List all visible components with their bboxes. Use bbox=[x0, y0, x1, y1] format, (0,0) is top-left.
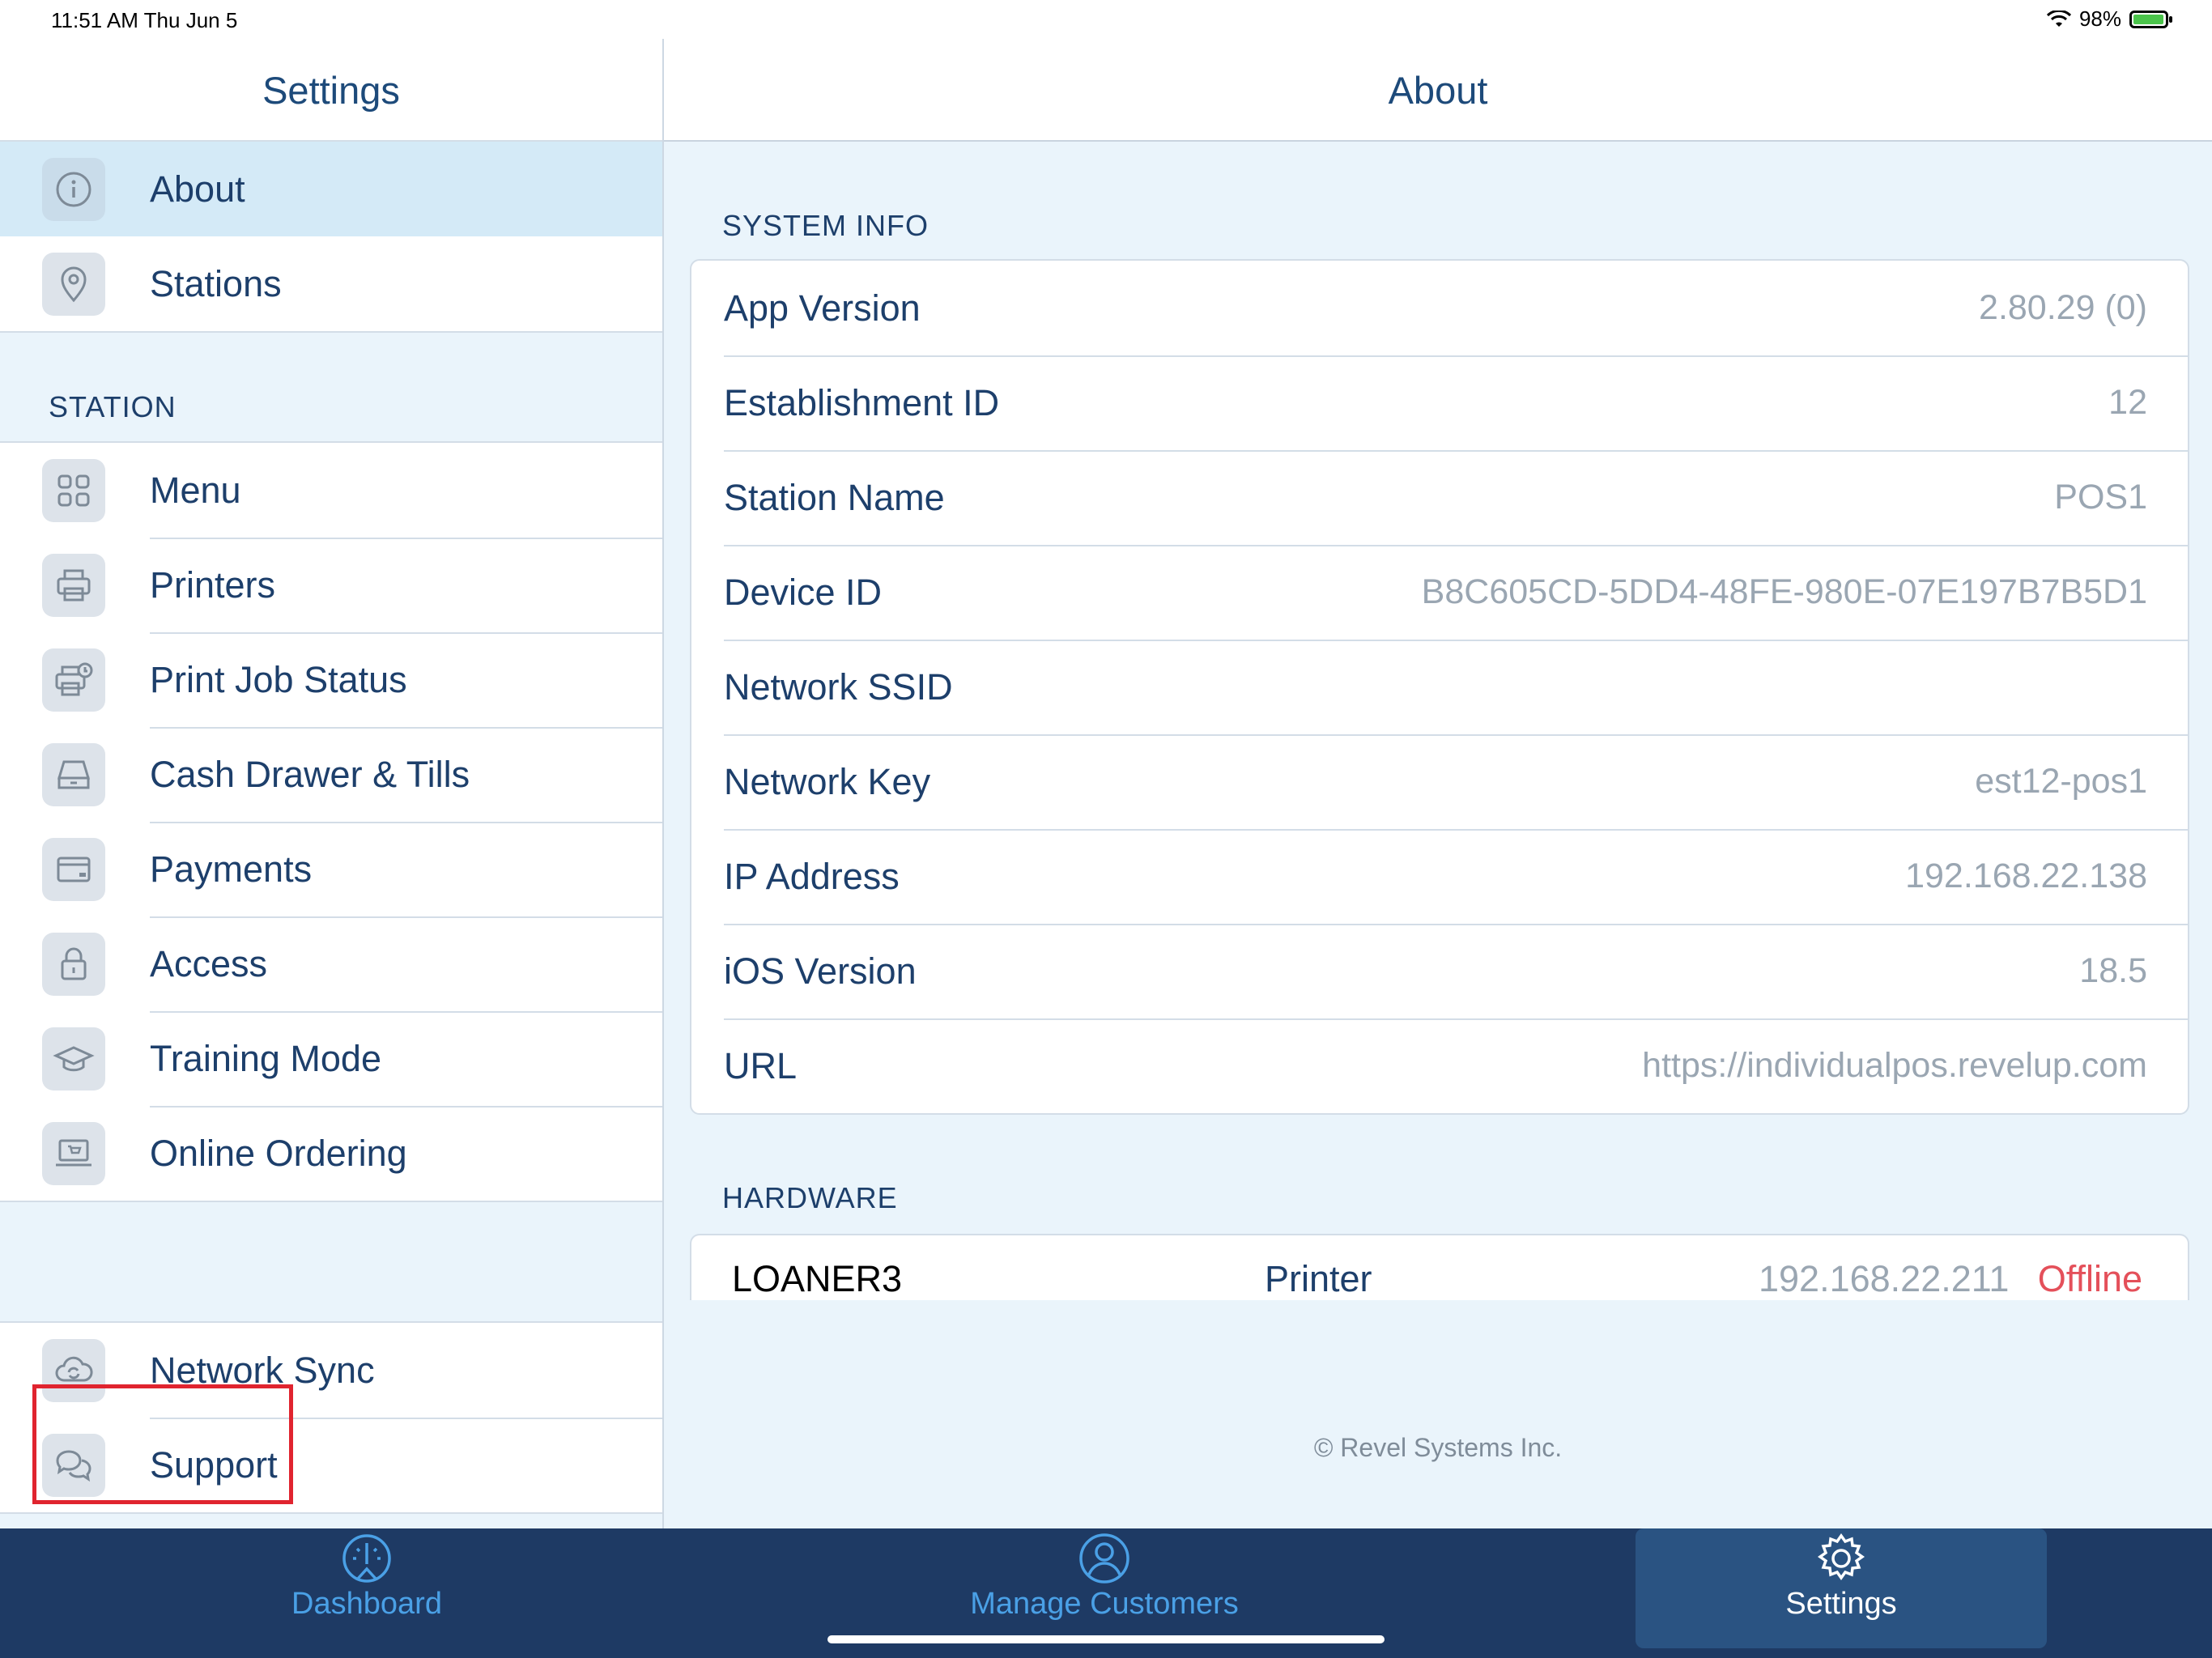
printer-icon bbox=[42, 554, 105, 617]
wifi-icon bbox=[2046, 10, 2071, 27]
battery-icon bbox=[2129, 10, 2172, 28]
tab-settings[interactable]: Settings bbox=[1636, 1528, 2047, 1648]
sidebar-title: Settings bbox=[262, 69, 400, 112]
sidebar-item-label: Printers bbox=[150, 563, 276, 606]
info-icon bbox=[42, 158, 105, 221]
info-key: Establishment ID bbox=[724, 381, 1000, 423]
info-row-device-id: Device ID B8C605CD-5DD4-48FE-980E-07E197… bbox=[691, 545, 2188, 640]
info-row-establishment-id: Establishment ID 12 bbox=[691, 355, 2188, 450]
station-section-label: STATION bbox=[49, 390, 177, 423]
person-icon bbox=[1079, 1533, 1129, 1584]
info-value: est12-pos1 bbox=[1975, 762, 2147, 801]
sidebar-top-group: About Stations bbox=[0, 140, 662, 333]
sidebar-item-label: About bbox=[150, 168, 245, 210]
sidebar-item-print-job-status[interactable]: Print Job Status bbox=[0, 632, 662, 727]
info-value: 192.168.22.138 bbox=[1905, 857, 2147, 895]
sidebar-item-stations[interactable]: Stations bbox=[0, 236, 662, 331]
grid-icon bbox=[42, 459, 105, 522]
sidebar-item-label: Training Mode bbox=[150, 1037, 381, 1079]
info-value: B8C605CD-5DD4-48FE-980E-07E197B7B5D1 bbox=[1421, 572, 2147, 611]
hardware-status-badge: Offline bbox=[2037, 1258, 2142, 1299]
sidebar-item-label: Stations bbox=[150, 262, 282, 304]
sidebar-item-training-mode[interactable]: Training Mode bbox=[0, 1011, 662, 1106]
status-bar: 11:51 AM Thu Jun 5 98% bbox=[0, 0, 2212, 39]
info-value: 18.5 bbox=[2079, 951, 2147, 990]
info-value: 12 bbox=[2108, 383, 2147, 422]
sidebar-item-label: Cash Drawer & Tills bbox=[150, 753, 470, 795]
hardware-type: Printer bbox=[1265, 1258, 1372, 1299]
tab-manage-customers[interactable]: Manage Customers bbox=[942, 1528, 1266, 1648]
gear-icon bbox=[1817, 1533, 1865, 1581]
status-indicators: 98% bbox=[2046, 6, 2172, 32]
hardware-ip: 192.168.22.211 bbox=[1759, 1258, 2010, 1299]
info-row-ios-version: iOS Version 18.5 bbox=[691, 924, 2188, 1018]
sidebar-item-label: Menu bbox=[150, 469, 241, 511]
home-indicator bbox=[827, 1635, 1385, 1643]
sidebar-item-access[interactable]: Access bbox=[0, 916, 662, 1011]
info-key: Station Name bbox=[724, 476, 945, 518]
dashboard-gauge-icon bbox=[342, 1534, 391, 1583]
info-key: Network SSID bbox=[724, 665, 953, 708]
info-row-network-key: Network Key est12-pos1 bbox=[691, 734, 2188, 829]
info-row-ip-address: IP Address 192.168.22.138 bbox=[691, 829, 2188, 924]
card-icon bbox=[42, 838, 105, 901]
hardware-row[interactable]: LOANER3 Printer 192.168.22.211 Offline bbox=[690, 1234, 2189, 1300]
sidebar-item-menu[interactable]: Menu bbox=[0, 443, 662, 538]
sidebar-item-label: Payments bbox=[150, 848, 313, 890]
tab-label: Dashboard bbox=[291, 1587, 442, 1621]
page-title: About bbox=[1388, 69, 1488, 112]
info-key: URL bbox=[724, 1044, 798, 1086]
info-value: https://individualpos.revelup.com bbox=[1642, 1046, 2147, 1085]
info-key: IP Address bbox=[724, 855, 900, 897]
tab-label: Settings bbox=[1785, 1587, 1897, 1621]
hardware-name: LOANER3 bbox=[732, 1258, 903, 1299]
cash-drawer-icon bbox=[42, 743, 105, 806]
sidebar-item-about[interactable]: About bbox=[0, 142, 662, 236]
info-key: iOS Version bbox=[724, 950, 917, 992]
sidebar-item-cash-drawer[interactable]: Cash Drawer & Tills bbox=[0, 727, 662, 822]
about-panel: About SYSTEM INFO App Version 2.80.29 (0… bbox=[664, 0, 2212, 1528]
info-value: POS1 bbox=[2054, 478, 2147, 517]
sidebar-item-label: Online Ordering bbox=[150, 1132, 407, 1174]
info-row-url: URL https://individualpos.revelup.com bbox=[691, 1018, 2188, 1113]
support-highlight-box bbox=[32, 1384, 293, 1504]
hardware-label: HARDWARE bbox=[722, 1181, 898, 1214]
system-info-label: SYSTEM INFO bbox=[722, 209, 929, 242]
info-key: Network Key bbox=[724, 760, 931, 802]
system-info-card: App Version 2.80.29 (0) Establishment ID… bbox=[690, 259, 2189, 1115]
online-cart-icon bbox=[42, 1122, 105, 1185]
sidebar-item-payments[interactable]: Payments bbox=[0, 822, 662, 916]
info-key: App Version bbox=[724, 287, 921, 329]
lock-icon bbox=[42, 933, 105, 996]
sidebar-item-printers[interactable]: Printers bbox=[0, 538, 662, 632]
location-pin-icon bbox=[42, 253, 105, 316]
sidebar-item-label: Print Job Status bbox=[150, 658, 407, 700]
info-row-app-version: App Version 2.80.29 (0) bbox=[691, 261, 2188, 355]
graduation-cap-icon bbox=[42, 1027, 105, 1090]
battery-percent: 98% bbox=[2078, 6, 2121, 31]
info-key: Device ID bbox=[724, 571, 883, 613]
info-row-station-name: Station Name POS1 bbox=[691, 450, 2188, 545]
info-row-network-ssid: Network SSID bbox=[691, 640, 2188, 734]
printer-clock-icon bbox=[42, 648, 105, 712]
settings-sidebar: Settings About Stations STATION Menu Pri… bbox=[0, 0, 664, 1528]
status-time: 11:51 AM Thu Jun 5 bbox=[51, 8, 238, 32]
sidebar-item-label: Access bbox=[150, 942, 268, 984]
tab-label: Manage Customers bbox=[970, 1587, 1239, 1621]
sidebar-item-online-ordering[interactable]: Online Ordering bbox=[0, 1106, 662, 1201]
tab-dashboard[interactable]: Dashboard bbox=[227, 1528, 507, 1648]
copyright-text: © Revel Systems Inc. bbox=[1313, 1433, 1563, 1462]
sidebar-station-group: Menu Printers Print Job Status Cash Draw… bbox=[0, 441, 662, 1202]
info-value: 2.80.29 (0) bbox=[1979, 288, 2147, 327]
tab-bar: Dashboard Manage Customers Settings bbox=[0, 1528, 2212, 1658]
